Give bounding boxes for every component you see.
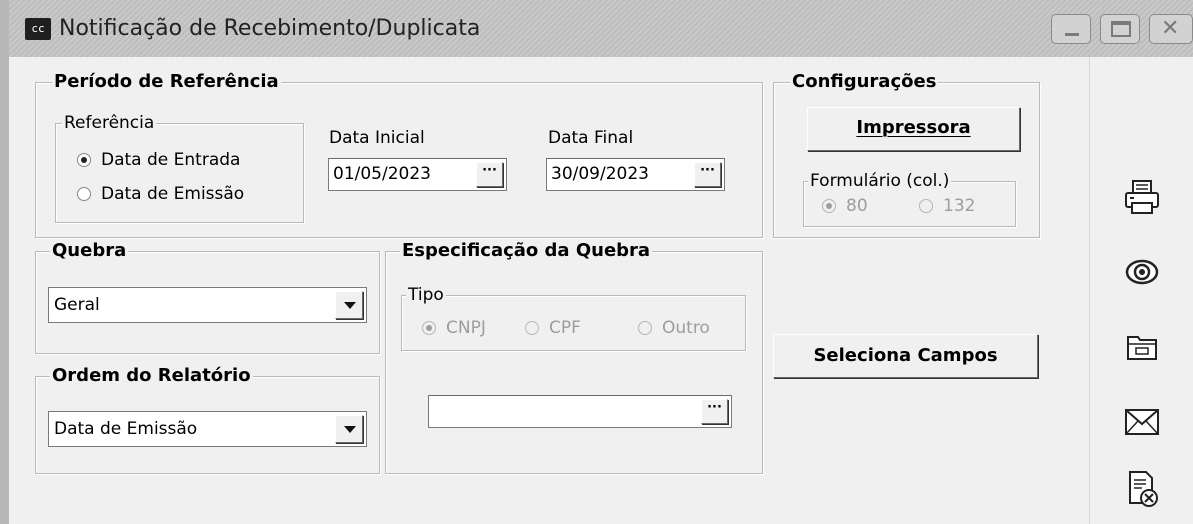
especificacao-lookup-button[interactable]: ··· [701,399,728,424]
data-final-picker-button[interactable]: ··· [694,162,721,187]
minimize-button[interactable] [1051,14,1091,44]
data-inicial-value: 01/05/2023 [333,164,431,184]
preview-eye-icon[interactable] [1122,252,1162,292]
radio-cnpj[interactable]: CNPJ [422,318,486,338]
radio-cnpj-label: CNPJ [446,318,486,338]
especificacao-field[interactable]: ··· [428,395,732,428]
periodo-referencia-group: Período de Referência Referência Data de… [35,71,763,238]
data-final-field[interactable]: 30/09/2023 ··· [546,158,725,191]
printer-icon[interactable] [1122,177,1162,217]
app-icon: cc [25,18,51,40]
data-inicial-field[interactable]: 01/05/2023 ··· [328,158,507,191]
cancel-document-icon[interactable] [1122,469,1162,509]
configuracoes-legend: Configurações [790,71,939,93]
close-icon: ✕ [1161,16,1180,41]
radio-data-entrada-label: Data de Entrada [101,150,241,170]
data-final-label: Data Final [548,128,634,148]
radio-indicator-selected [77,153,91,167]
referencia-legend: Referência [62,112,157,134]
radio-indicator [77,187,91,201]
minimize-icon [1065,33,1079,36]
referencia-group: Referência Data de Entrada Data de Emiss… [55,112,304,223]
ordem-relatorio-legend: Ordem do Relatório [50,365,253,387]
ordem-relatorio-group: Ordem do Relatório Data de Emissão [35,365,380,474]
especificacao-quebra-group: Especificação da Quebra Tipo CNPJ CPF Ou… [385,240,763,474]
radio-indicator-selected [822,199,836,213]
window-title: Notificação de Recebimento/Duplicata [59,16,481,41]
ordem-relatorio-select-value: Data de Emissão [54,419,198,439]
email-envelope-icon[interactable] [1122,402,1162,442]
ordem-relatorio-select[interactable]: Data de Emissão [48,411,367,447]
action-sidebar [1089,57,1193,524]
report-window: cc Notificação de Recebimento/Duplicata … [0,0,1193,524]
radio-formulario-132[interactable]: 132 [919,196,975,216]
tipo-legend: Tipo [406,284,446,306]
configuracoes-group: Configurações Impressora Formulário (col… [773,71,1040,238]
radio-data-entrada[interactable]: Data de Entrada [77,150,240,170]
quebra-select-value: Geral [54,295,100,315]
tipo-group: Tipo CNPJ CPF Outro [401,284,746,351]
quebra-group: Quebra Geral [35,240,380,354]
quebra-legend: Quebra [50,240,129,262]
radio-indicator [638,321,652,335]
formulario-group: Formulário (col.) 80 132 [803,170,1016,227]
radio-outro[interactable]: Outro [638,318,710,338]
radio-outro-label: Outro [662,318,710,338]
data-inicial-label: Data Inicial [329,128,425,148]
radio-data-emissao[interactable]: Data de Emissão [77,184,244,204]
close-button[interactable]: ✕ [1149,14,1193,44]
radio-cpf-label: CPF [549,318,581,338]
data-final-value: 30/09/2023 [551,164,649,184]
chevron-down-icon[interactable] [335,291,363,319]
chevron-down-icon[interactable] [335,415,363,443]
radio-data-emissao-label: Data de Emissão [101,184,245,204]
impressora-button[interactable]: Impressora [807,107,1020,151]
radio-indicator-selected [422,321,436,335]
radio-indicator [919,199,933,213]
title-bar[interactable]: cc Notificação de Recebimento/Duplicata … [9,0,1193,57]
seleciona-campos-label: Seleciona Campos [813,345,998,366]
impressora-button-label: Impressora [856,117,971,138]
formulario-legend: Formulário (col.) [808,170,952,192]
folder-icon[interactable] [1122,327,1162,367]
radio-indicator [525,321,539,335]
data-inicial-picker-button[interactable]: ··· [476,162,503,187]
maximize-icon [1111,21,1131,37]
maximize-button[interactable] [1100,14,1140,44]
radio-formulario-80[interactable]: 80 [822,196,868,216]
radio-formulario-80-label: 80 [846,196,868,216]
quebra-select[interactable]: Geral [48,287,367,323]
radio-cpf[interactable]: CPF [525,318,581,338]
radio-formulario-132-label: 132 [943,196,976,216]
periodo-referencia-legend: Período de Referência [52,71,281,93]
especificacao-quebra-legend: Especificação da Quebra [400,240,653,262]
seleciona-campos-button[interactable]: Seleciona Campos [773,334,1038,378]
